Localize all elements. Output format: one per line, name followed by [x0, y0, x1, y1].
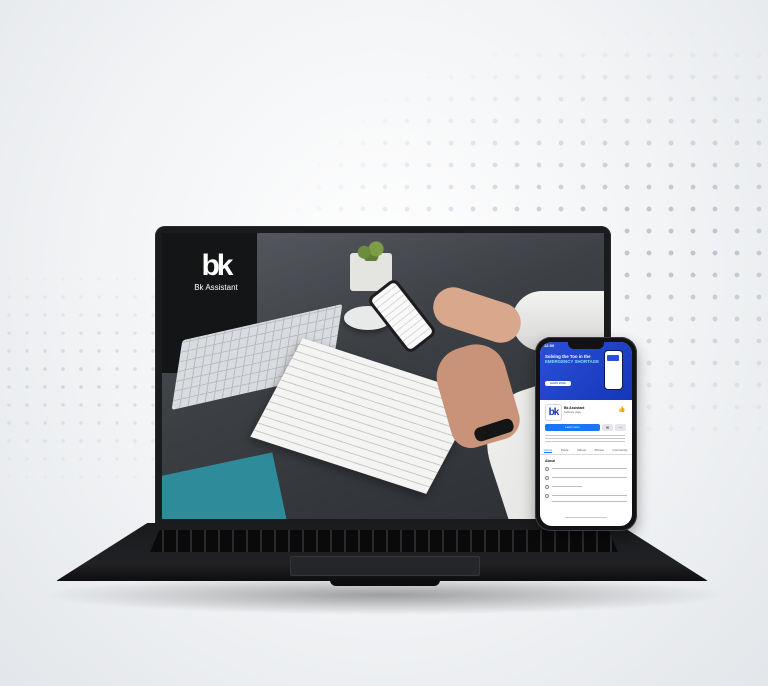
about-item [545, 484, 627, 489]
mail-icon [545, 484, 549, 489]
about-item [545, 466, 627, 471]
like-icon[interactable]: 👍 [618, 406, 625, 413]
about-item [545, 499, 627, 504]
messenger-button[interactable]: ✉ [602, 424, 613, 431]
tab-photos[interactable]: Photos [595, 448, 604, 452]
globe-icon [545, 493, 549, 498]
bk-logo-icon: bk [201, 249, 233, 282]
page-avatar[interactable]: bk [545, 404, 562, 421]
info-icon [545, 466, 549, 471]
about-item [545, 493, 627, 498]
phone-screen: 12:00 Solving the Too in the EMERGENCY S… [540, 342, 632, 526]
page-tabs: Home Posts Videos Photos Community [540, 446, 632, 455]
learn-more-button[interactable]: Learn more [545, 424, 600, 431]
tab-videos[interactable]: Videos [577, 448, 586, 452]
page-name: Bk Assistant [564, 406, 585, 410]
laptop-trackpad [290, 556, 480, 576]
laptop-notch [330, 580, 440, 586]
tab-home[interactable]: Home [544, 448, 553, 453]
page-category: Software page [564, 411, 581, 414]
brand-logo: bk Bk Assistant [186, 249, 246, 293]
home-indicator [565, 517, 607, 518]
tab-posts[interactable]: Posts [561, 448, 569, 452]
phone-notch [568, 342, 604, 349]
cover-learn-more-button[interactable]: LEARN MORE [545, 381, 571, 386]
cover-title-highlight: EMERGENCY SHORTAGE [545, 359, 599, 364]
more-button[interactable]: ⋯ [615, 424, 626, 431]
cover-phone-illustration [604, 350, 623, 390]
link-icon [545, 475, 549, 480]
facebook-cover: 12:00 Solving the Too in the EMERGENCY S… [540, 342, 632, 400]
about-item [545, 475, 627, 480]
laptop-keyboard [150, 530, 618, 552]
status-time: 12:00 [544, 343, 555, 348]
brand-name: Bk Assistant [194, 283, 238, 292]
about-heading: About [545, 459, 555, 463]
page-description [545, 434, 625, 442]
photo-plant [354, 239, 388, 261]
cover-title: Solving the Too in the EMERGENCY SHORTAG… [545, 354, 603, 364]
tab-community[interactable]: Community [613, 448, 628, 452]
